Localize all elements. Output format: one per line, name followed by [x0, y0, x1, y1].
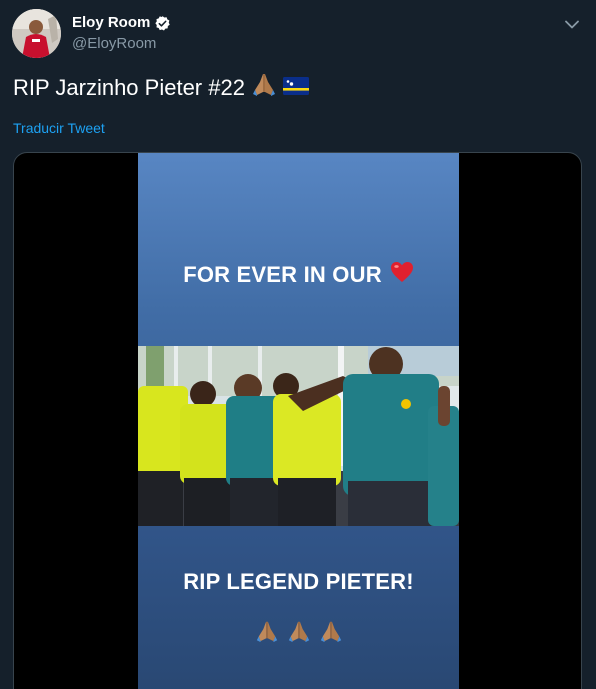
avatar[interactable]	[12, 9, 61, 58]
tweet-card: Eloy Room @EloyRoom RIP Jarzinho Pieter …	[0, 0, 596, 689]
translate-tweet-link[interactable]: Traducir Tweet	[13, 120, 105, 137]
story-text-forever: FOR EVER IN OUR	[138, 261, 459, 289]
story-line-1: FOR EVER IN OUR	[183, 262, 382, 287]
team-huddle-photo	[138, 346, 459, 526]
folded-hands-emoji	[287, 619, 311, 648]
video-player[interactable]: FOR EVER IN OUR RIP LEGEND PIETER!	[13, 152, 582, 689]
folded-hands-emoji	[251, 71, 277, 104]
verified-icon	[154, 15, 171, 32]
author-name[interactable]: Eloy Room	[72, 14, 171, 32]
folded-hands-emoji	[255, 619, 279, 648]
curacao-flag-emoji	[282, 74, 309, 102]
story-video-frame[interactable]: FOR EVER IN OUR RIP LEGEND PIETER!	[138, 153, 459, 689]
folded-hands-emoji	[319, 619, 343, 648]
author-name-text[interactable]: Eloy Room	[72, 14, 150, 32]
red-heart-emoji	[390, 261, 414, 289]
story-text-legend: RIP LEGEND PIETER!	[183, 569, 414, 594]
prayer-emoji-row	[138, 619, 459, 648]
tweet-text: RIP Jarzinho Pieter #22	[13, 71, 309, 104]
author-handle[interactable]: @EloyRoom	[72, 35, 156, 53]
chevron-down-icon[interactable]	[562, 14, 582, 34]
tweet-text-content: RIP Jarzinho Pieter #22	[13, 74, 245, 100]
